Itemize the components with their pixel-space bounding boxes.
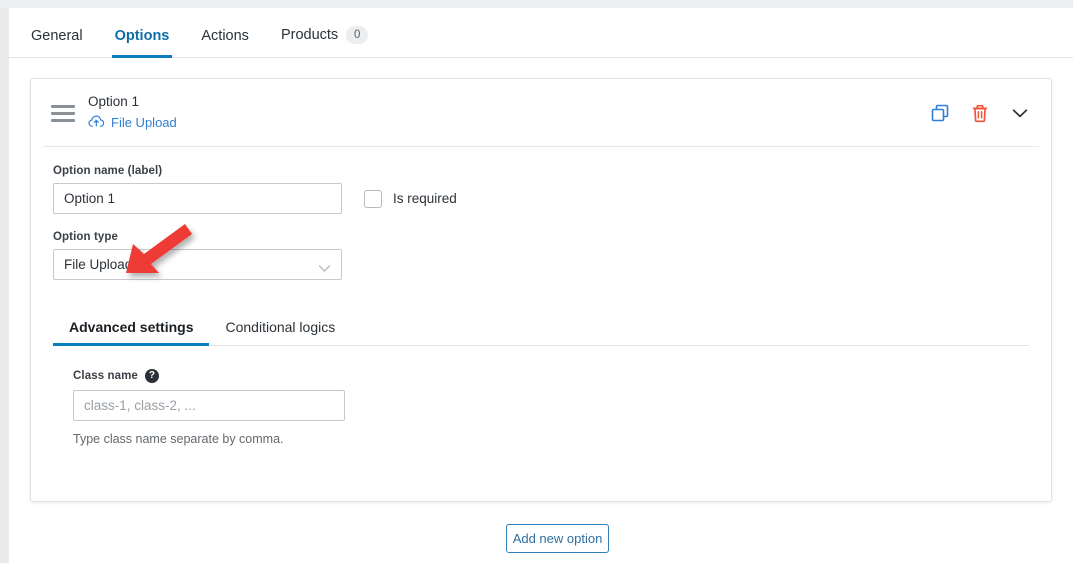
option-name-input[interactable] <box>53 183 342 214</box>
tab-general-label: General <box>31 28 83 44</box>
inner-tab-conditional-logics-label: Conditional logics <box>225 319 336 335</box>
class-name-label: Class name <box>73 370 138 382</box>
primary-tabbar: General Options Actions Products 0 <box>9 8 1073 58</box>
tab-actions-label: Actions <box>201 28 249 44</box>
add-new-option-button[interactable]: Add new option <box>506 524 609 553</box>
option-name-field-group: Option name (label) Is required <box>53 165 1029 214</box>
inner-tab-advanced-settings-label: Advanced settings <box>69 319 194 335</box>
window-top-strip <box>0 0 1073 8</box>
option-card-body: Option name (label) Is required Option t… <box>31 147 1051 446</box>
option-type-field-group: Option type File Upload <box>53 231 1029 280</box>
option-title: Option 1 <box>88 93 140 109</box>
inner-tab-conditional-logics[interactable]: Conditional logics <box>209 319 351 345</box>
tab-products-label: Products <box>280 27 339 43</box>
is-required-checkbox-wrap[interactable]: Is required <box>364 189 457 208</box>
window-left-strip <box>0 8 9 563</box>
page-content: General Options Actions Products 0 Optio… <box>9 8 1073 563</box>
is-required-label: Is required <box>393 191 457 206</box>
tab-options-label: Options <box>114 28 170 44</box>
class-name-label-row: Class name ? <box>73 369 1029 383</box>
tab-products[interactable]: Products 0 <box>265 26 384 57</box>
option-card-header: Option 1 File Upload <box>31 79 1051 147</box>
question-mark-icon[interactable]: ? <box>144 369 159 383</box>
option-card-titles: Option 1 File Upload <box>88 94 177 133</box>
cloud-upload-icon <box>88 114 105 133</box>
is-required-checkbox[interactable] <box>364 189 382 208</box>
class-name-hint: Type class name separate by comma. <box>73 432 284 446</box>
tab-options[interactable]: Options <box>99 28 186 58</box>
option-type-summary-label: File Upload <box>111 115 177 130</box>
tab-actions[interactable]: Actions <box>185 28 265 57</box>
drag-handle-icon[interactable] <box>51 102 75 124</box>
option-inner-tabbar: Advanced settings Conditional logics <box>53 309 1029 346</box>
tab-products-badge: 0 <box>346 26 369 44</box>
copy-icon[interactable] <box>931 104 949 122</box>
option-card-actions <box>931 104 1033 123</box>
chevron-down-icon[interactable] <box>1011 107 1029 119</box>
advanced-settings-panel: Class name ? Type class name separate by… <box>53 346 1029 446</box>
option-type-select[interactable]: File Upload <box>53 249 342 280</box>
option-type-summary[interactable]: File Upload <box>88 114 177 133</box>
inner-tab-advanced-settings[interactable]: Advanced settings <box>53 319 210 346</box>
option-card: Option 1 File Upload Option name (label)… <box>30 78 1052 502</box>
option-type-select-value: File Upload <box>64 257 133 272</box>
option-type-label: Option type <box>53 231 118 243</box>
class-name-input[interactable] <box>73 390 345 421</box>
tab-general[interactable]: General <box>15 28 99 57</box>
option-name-label: Option name (label) <box>53 165 163 177</box>
trash-icon[interactable] <box>971 104 989 123</box>
